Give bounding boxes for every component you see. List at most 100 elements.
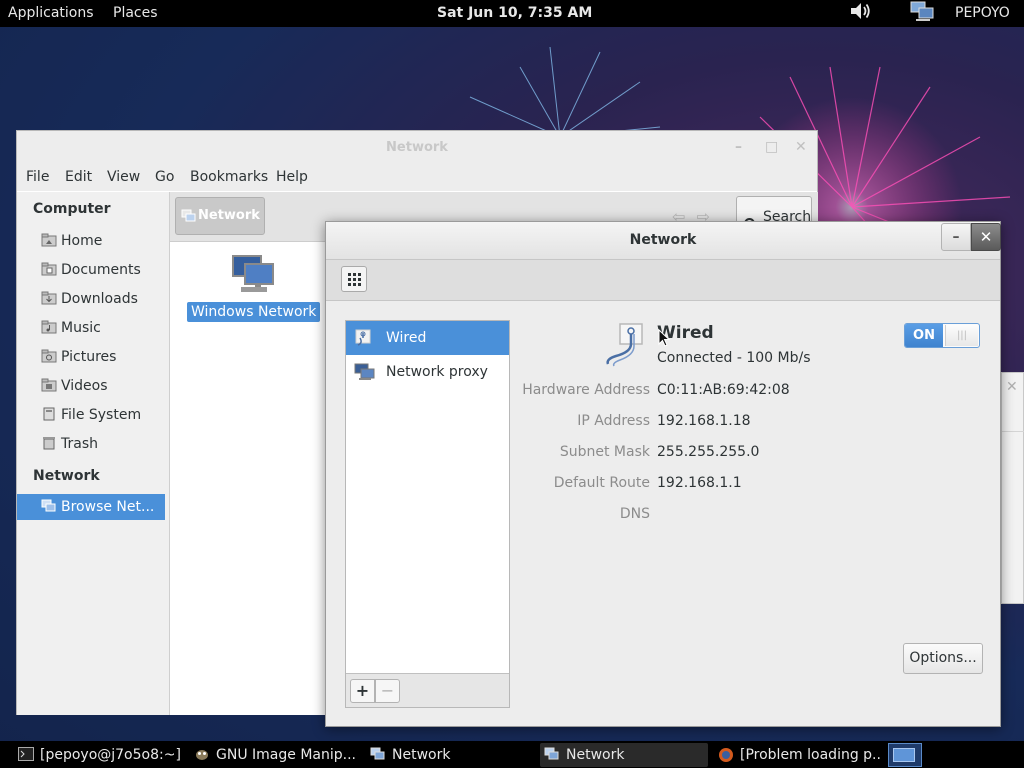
windows-network-icon xyxy=(231,255,274,292)
subnet-mask-label: Subnet Mask xyxy=(559,444,650,460)
menu-view[interactable]: View xyxy=(107,164,140,191)
wired-icon xyxy=(355,329,371,346)
ip-address-label: IP Address xyxy=(577,413,650,429)
workspace-window-thumb xyxy=(893,748,915,762)
subnet-mask-value: 255.255.255.0 xyxy=(657,444,760,460)
add-device-button[interactable]: + xyxy=(350,679,375,703)
window-title: Network xyxy=(386,140,448,155)
taskbar-label: Network xyxy=(392,747,451,763)
sidebar-item-trash[interactable]: Trash xyxy=(41,431,165,457)
sidebar-item-videos[interactable]: Videos xyxy=(41,373,165,399)
workspace-switcher[interactable] xyxy=(888,743,922,767)
downloads-folder-icon xyxy=(41,291,57,305)
default-route-label: Default Route xyxy=(553,475,650,491)
menu-file[interactable]: File xyxy=(26,164,49,191)
toggle-knob[interactable]: ||| xyxy=(945,325,978,346)
terminal-icon xyxy=(18,747,34,761)
file-system-icon xyxy=(43,407,55,421)
network-icon xyxy=(41,499,56,512)
clock[interactable]: Sat Jun 10, 7:35 AM xyxy=(437,0,592,27)
hardware-address-value: C0:11:AB:69:42:08 xyxy=(657,382,790,398)
minimize-button[interactable]: – xyxy=(941,223,971,251)
gimp-icon xyxy=(196,750,208,760)
taskbar-label: Network xyxy=(566,747,625,763)
pictures-folder-icon xyxy=(41,349,57,363)
minimize-icon[interactable]: – xyxy=(735,131,742,164)
hardware-address-label: Hardware Address xyxy=(522,382,650,398)
device-item-wired[interactable]: Wired xyxy=(346,321,509,355)
device-label: Network proxy xyxy=(386,364,488,380)
menu-help[interactable]: Help xyxy=(276,164,308,191)
taskbar-item-network-settings[interactable]: Network xyxy=(540,743,708,767)
maximize-icon[interactable]: □ xyxy=(765,131,778,164)
sidebar-item-pictures[interactable]: Pictures xyxy=(41,344,165,370)
close-icon[interactable]: ✕ xyxy=(1006,379,1018,395)
network-settings-window: Network – ✕ Wired Network proxy + − Wire… xyxy=(325,221,1001,727)
sidebar-item-label: Pictures xyxy=(61,349,117,365)
network-icon xyxy=(181,209,196,222)
sidebar-heading-computer: Computer xyxy=(33,201,111,217)
ip-address-value: 192.168.1.18 xyxy=(657,413,751,429)
taskbar-label: [pepoyo@j7o5o8:~] xyxy=(40,747,181,763)
sidebar-item-downloads[interactable]: Downloads xyxy=(41,286,165,312)
all-settings-button[interactable] xyxy=(341,266,367,292)
sidebar-item-label: Downloads xyxy=(61,291,138,307)
path-bar-network[interactable]: Network xyxy=(175,197,265,235)
menubar: File Edit View Go Bookmarks Help xyxy=(17,164,817,191)
sidebar-item-label: Music xyxy=(61,320,101,336)
sidebar-item-label: Documents xyxy=(61,262,141,278)
device-list-footer: + − xyxy=(346,673,509,707)
remove-device-button[interactable]: − xyxy=(375,679,400,703)
sidebar-item-browse-network[interactable]: Browse Net... xyxy=(17,494,165,520)
sidebar-item-label: File System xyxy=(61,407,142,423)
windows-network-item[interactable]: Windows Network xyxy=(187,254,321,322)
sidebar-heading-network: Network xyxy=(33,468,100,484)
network-indicator-icon[interactable] xyxy=(910,0,936,27)
menu-edit[interactable]: Edit xyxy=(65,164,92,191)
music-folder-icon xyxy=(41,320,57,334)
network-icon xyxy=(544,747,559,760)
mouse-pointer-icon xyxy=(658,329,670,347)
menu-go[interactable]: Go xyxy=(155,164,174,191)
documents-folder-icon xyxy=(41,262,57,276)
options-button[interactable]: Options... xyxy=(903,643,983,674)
connection-status: Connected - 100 Mb/s xyxy=(657,350,811,366)
sidebar-item-label: Browse Net... xyxy=(61,499,155,515)
network-icon xyxy=(370,747,385,760)
wired-connection-icon xyxy=(606,323,643,367)
menu-bookmarks[interactable]: Bookmarks xyxy=(190,164,268,191)
toggle-on-label: ON xyxy=(905,324,943,347)
background-window-edge: ✕ xyxy=(1001,372,1024,604)
taskbar-label: [Problem loading p... xyxy=(740,747,882,763)
close-icon[interactable]: ✕ xyxy=(795,131,807,164)
volume-icon[interactable] xyxy=(849,0,873,27)
close-button[interactable]: ✕ xyxy=(971,223,1001,251)
user-menu[interactable]: PEPOYO xyxy=(955,0,1010,27)
window-titlebar[interactable]: Network – ✕ xyxy=(326,222,1001,259)
trash-icon xyxy=(43,437,55,450)
wired-toggle-switch[interactable]: ON ||| xyxy=(904,323,980,348)
places-sidebar: Computer Home Documents Downloads Music … xyxy=(17,192,170,715)
applications-menu[interactable]: Applications xyxy=(8,0,94,27)
places-menu[interactable]: Places xyxy=(113,0,158,27)
sidebar-item-documents[interactable]: Documents xyxy=(41,257,165,283)
sidebar-item-label: Trash xyxy=(61,436,98,452)
videos-folder-icon xyxy=(41,378,57,392)
window-titlebar[interactable]: Network – □ ✕ xyxy=(17,131,817,164)
home-folder-icon xyxy=(41,233,57,247)
taskbar-item-network-files[interactable]: Network xyxy=(366,743,534,767)
sidebar-item-file-system[interactable]: File System xyxy=(41,402,165,428)
dns-label: DNS xyxy=(619,506,650,522)
network-proxy-icon xyxy=(354,363,375,380)
taskbar-item-firefox[interactable]: [Problem loading p... xyxy=(714,743,882,767)
taskbar-item-terminal[interactable]: [pepoyo@j7o5o8:~] xyxy=(14,743,182,767)
sidebar-item-music[interactable]: Music xyxy=(41,315,165,341)
divider xyxy=(1002,431,1024,432)
sidebar-item-label: Videos xyxy=(61,378,108,394)
grid-icon xyxy=(348,273,361,286)
device-label: Wired xyxy=(386,330,427,346)
windows-network-label: Windows Network xyxy=(187,302,321,322)
sidebar-item-label: Home xyxy=(61,233,103,249)
taskbar-item-gimp[interactable]: GNU Image Manip... xyxy=(190,743,358,767)
sidebar-item-home[interactable]: Home xyxy=(41,228,165,254)
